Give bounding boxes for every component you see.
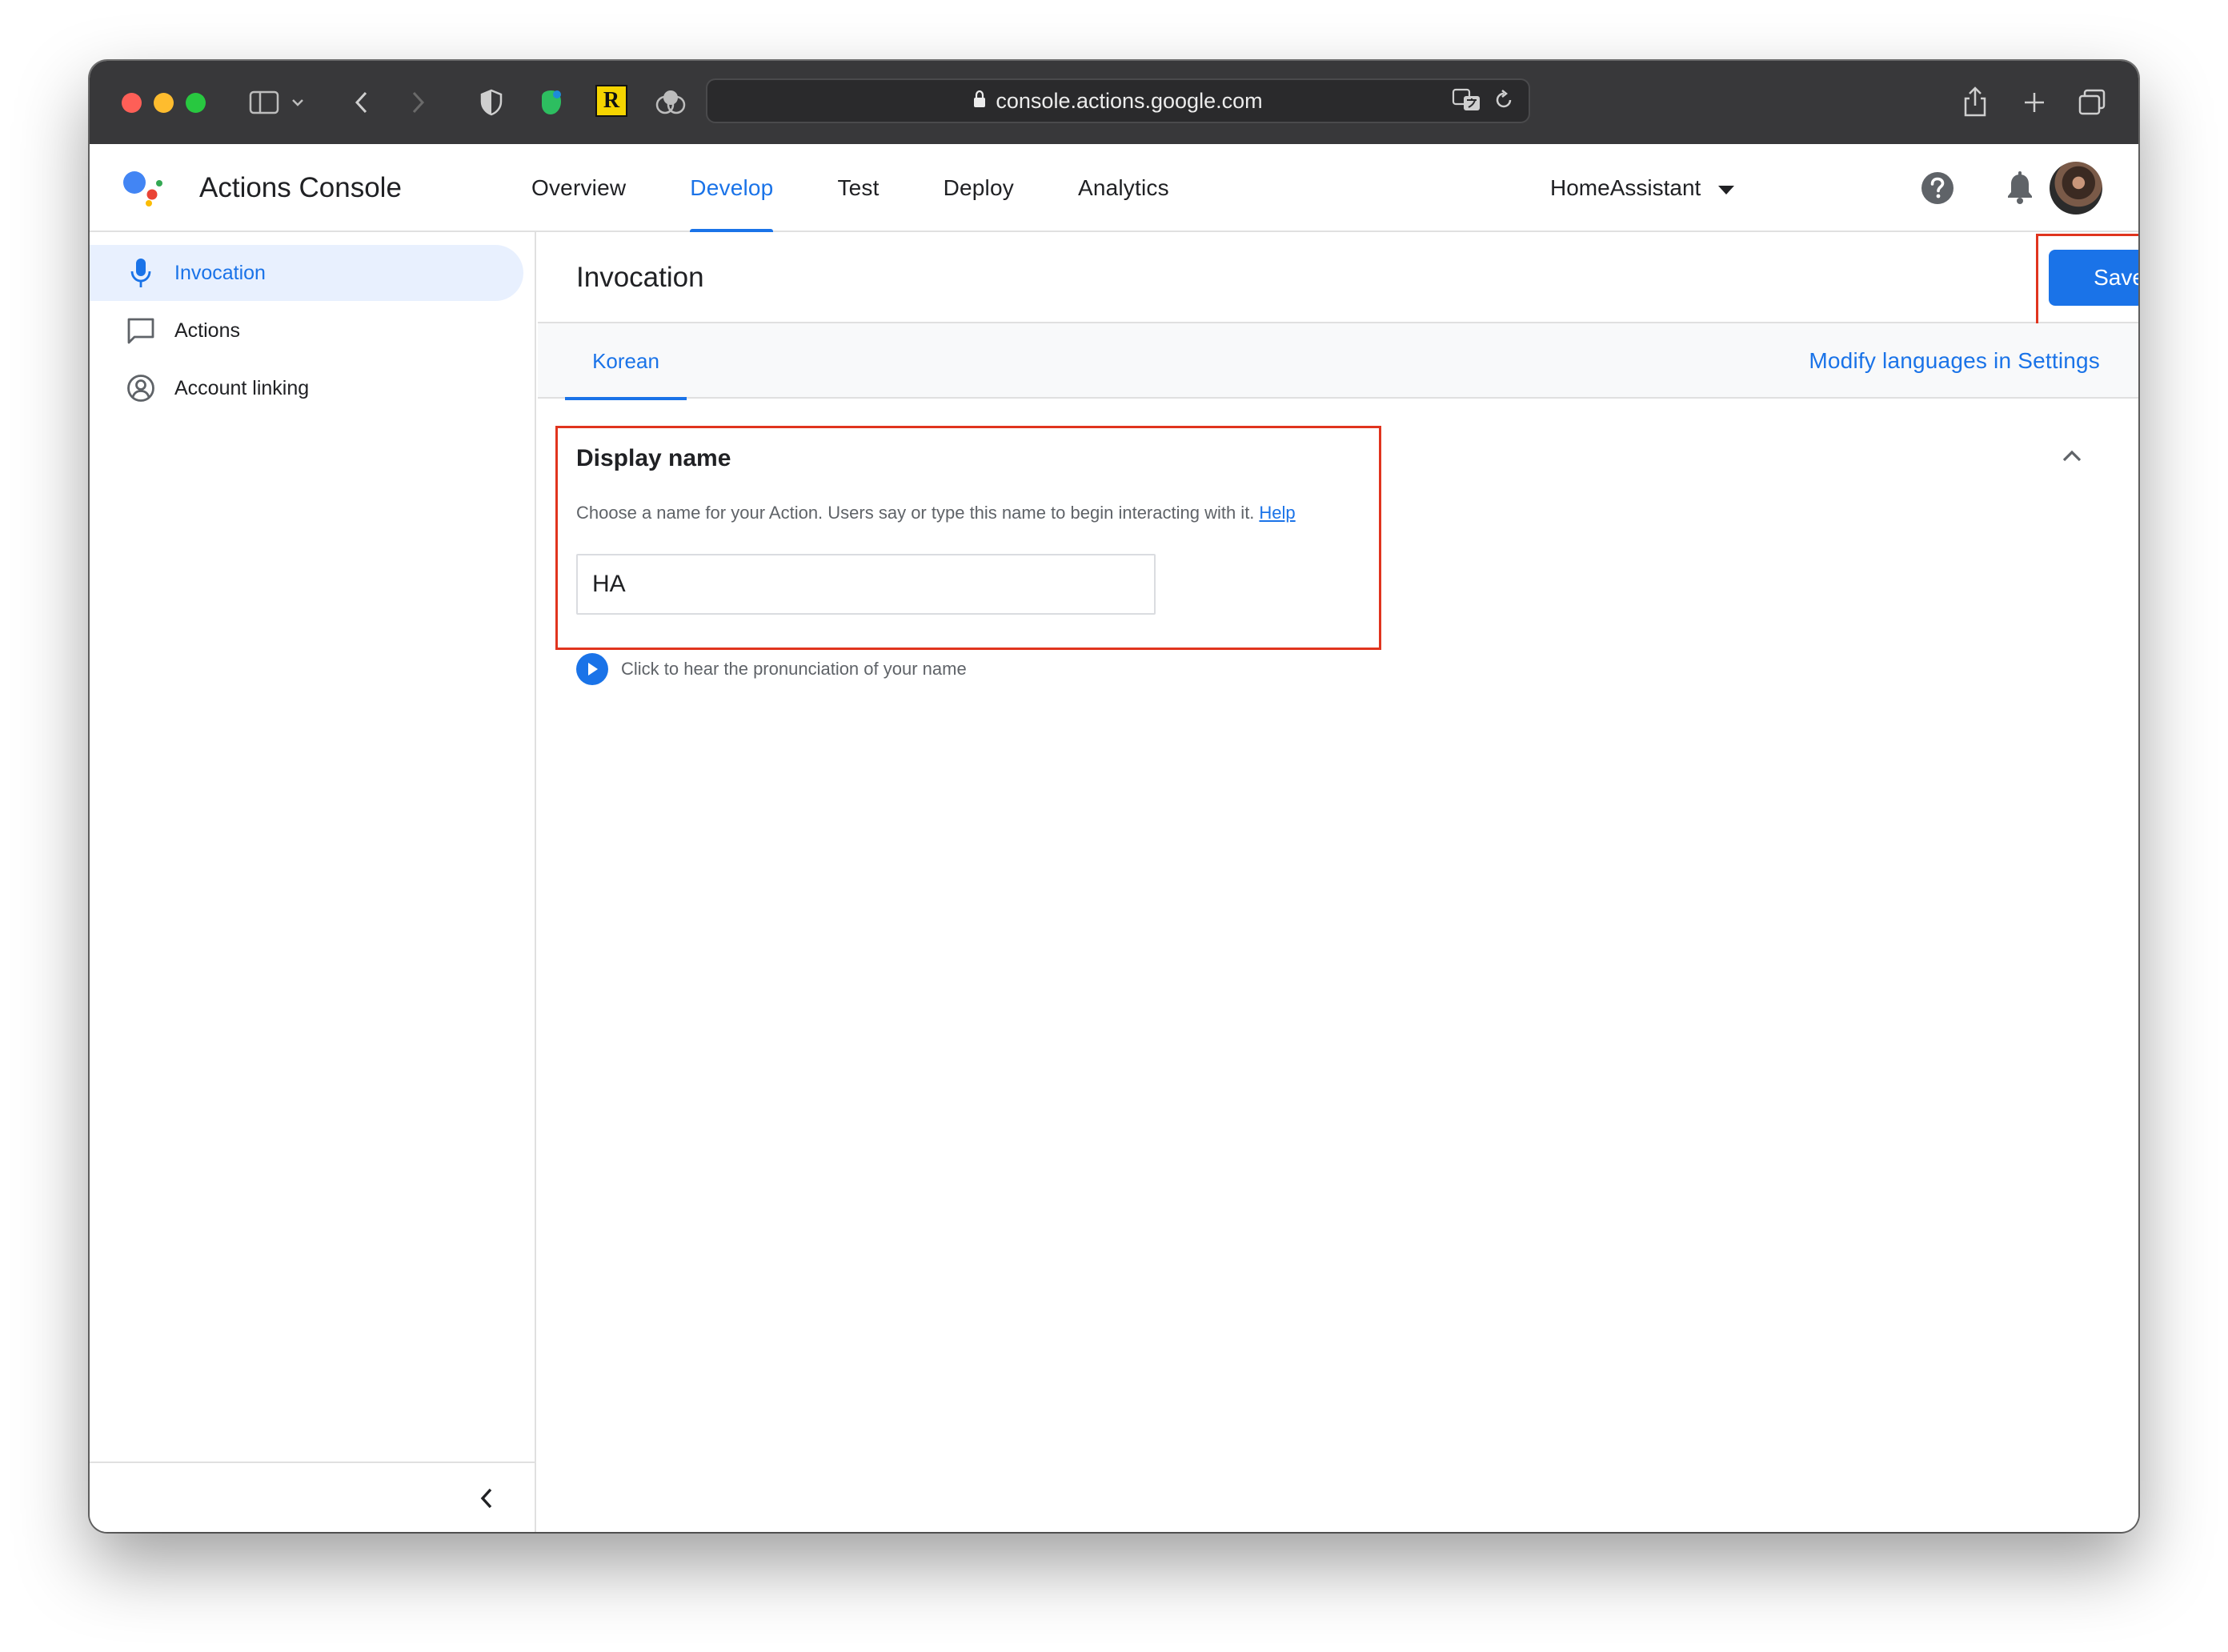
r-extension-icon[interactable]: R bbox=[595, 85, 627, 117]
share-icon[interactable] bbox=[1958, 82, 1993, 122]
microphone-icon bbox=[123, 255, 158, 291]
new-tab-icon[interactable] bbox=[2017, 85, 2052, 120]
modify-languages-link[interactable]: Modify languages in Settings bbox=[1809, 323, 2100, 399]
sidebar-item-label: Invocation bbox=[174, 261, 266, 284]
page-title: Invocation bbox=[576, 262, 704, 293]
dropdown-arrow-icon bbox=[1718, 175, 1735, 201]
collapse-sidebar-icon[interactable] bbox=[469, 1481, 504, 1516]
help-icon[interactable] bbox=[1920, 170, 1955, 206]
app-title: Actions Console bbox=[199, 172, 402, 203]
save-highlight-box bbox=[2036, 234, 2138, 327]
sidebar-item-account-linking[interactable]: Account linking bbox=[90, 360, 523, 416]
back-icon[interactable] bbox=[346, 86, 378, 118]
evernote-extension-icon[interactable] bbox=[533, 85, 568, 120]
page-header: Invocation Save bbox=[538, 232, 2138, 327]
extension-icon[interactable] bbox=[653, 85, 688, 120]
chat-bubble-icon bbox=[123, 313, 158, 348]
chevron-down-icon[interactable] bbox=[288, 91, 307, 114]
chevron-up-icon[interactable] bbox=[2054, 439, 2090, 474]
translate-icon[interactable] bbox=[1452, 88, 1482, 116]
main-nav: Overview Develop Test Deploy Analytics bbox=[531, 144, 1233, 234]
tab-overview-icon[interactable] bbox=[2074, 85, 2110, 120]
sidebar-item-invocation[interactable]: Invocation bbox=[90, 245, 523, 301]
sidebar-item-actions[interactable]: Actions bbox=[90, 303, 523, 359]
google-assistant-logo-icon bbox=[122, 166, 170, 206]
nav-test[interactable]: Test bbox=[837, 144, 879, 232]
close-window-button[interactable] bbox=[122, 93, 142, 113]
pronunciation-row[interactable]: Click to hear the pronunciation of your … bbox=[576, 653, 967, 685]
display-name-description: Choose a name for your Action. Users say… bbox=[576, 503, 1296, 523]
minimize-window-button[interactable] bbox=[154, 93, 174, 113]
sidebar-item-label: Actions bbox=[174, 319, 240, 342]
language-tabs: Korean Modify languages in Settings bbox=[538, 323, 2138, 400]
main-content: Invocation Save Korean Modify languages … bbox=[538, 232, 2138, 1532]
app-header: Actions Console Overview Develop Test De… bbox=[90, 144, 2138, 234]
sidebar-footer bbox=[90, 1462, 535, 1532]
nav-overview[interactable]: Overview bbox=[531, 144, 626, 232]
sidebar-item-label: Account linking bbox=[174, 376, 310, 399]
browser-window: R console.actions.google.com Actions Con… bbox=[90, 61, 2138, 1532]
url-text: console.actions.google.com bbox=[996, 88, 1263, 113]
lock-icon bbox=[973, 89, 986, 114]
notifications-bell-icon[interactable] bbox=[2002, 170, 2038, 206]
help-link[interactable]: Help bbox=[1259, 503, 1295, 523]
privacy-shield-icon[interactable] bbox=[474, 85, 509, 120]
sidebar-toggle-icon[interactable] bbox=[246, 86, 282, 118]
sidebar: Invocation Actions Account linking bbox=[90, 232, 536, 1532]
nav-analytics[interactable]: Analytics bbox=[1078, 144, 1169, 232]
tab-korean[interactable]: Korean bbox=[565, 323, 687, 400]
address-bar[interactable]: console.actions.google.com bbox=[706, 78, 1530, 123]
pronunciation-label: Click to hear the pronunciation of your … bbox=[621, 659, 967, 679]
display-name-input[interactable] bbox=[576, 554, 1156, 615]
reload-icon[interactable] bbox=[1493, 89, 1514, 115]
nav-develop[interactable]: Develop bbox=[690, 144, 774, 234]
display-name-title: Display name bbox=[576, 445, 731, 471]
account-circle-icon bbox=[123, 371, 158, 406]
nav-deploy[interactable]: Deploy bbox=[944, 144, 1014, 232]
play-icon[interactable] bbox=[576, 653, 608, 685]
zoom-window-button[interactable] bbox=[186, 93, 206, 113]
project-selector[interactable]: HomeAssistant bbox=[1550, 144, 1735, 232]
user-avatar[interactable] bbox=[2050, 162, 2102, 215]
forward-icon[interactable] bbox=[402, 86, 434, 118]
project-name: HomeAssistant bbox=[1550, 175, 1701, 200]
browser-toolbar: R console.actions.google.com bbox=[90, 61, 2138, 144]
